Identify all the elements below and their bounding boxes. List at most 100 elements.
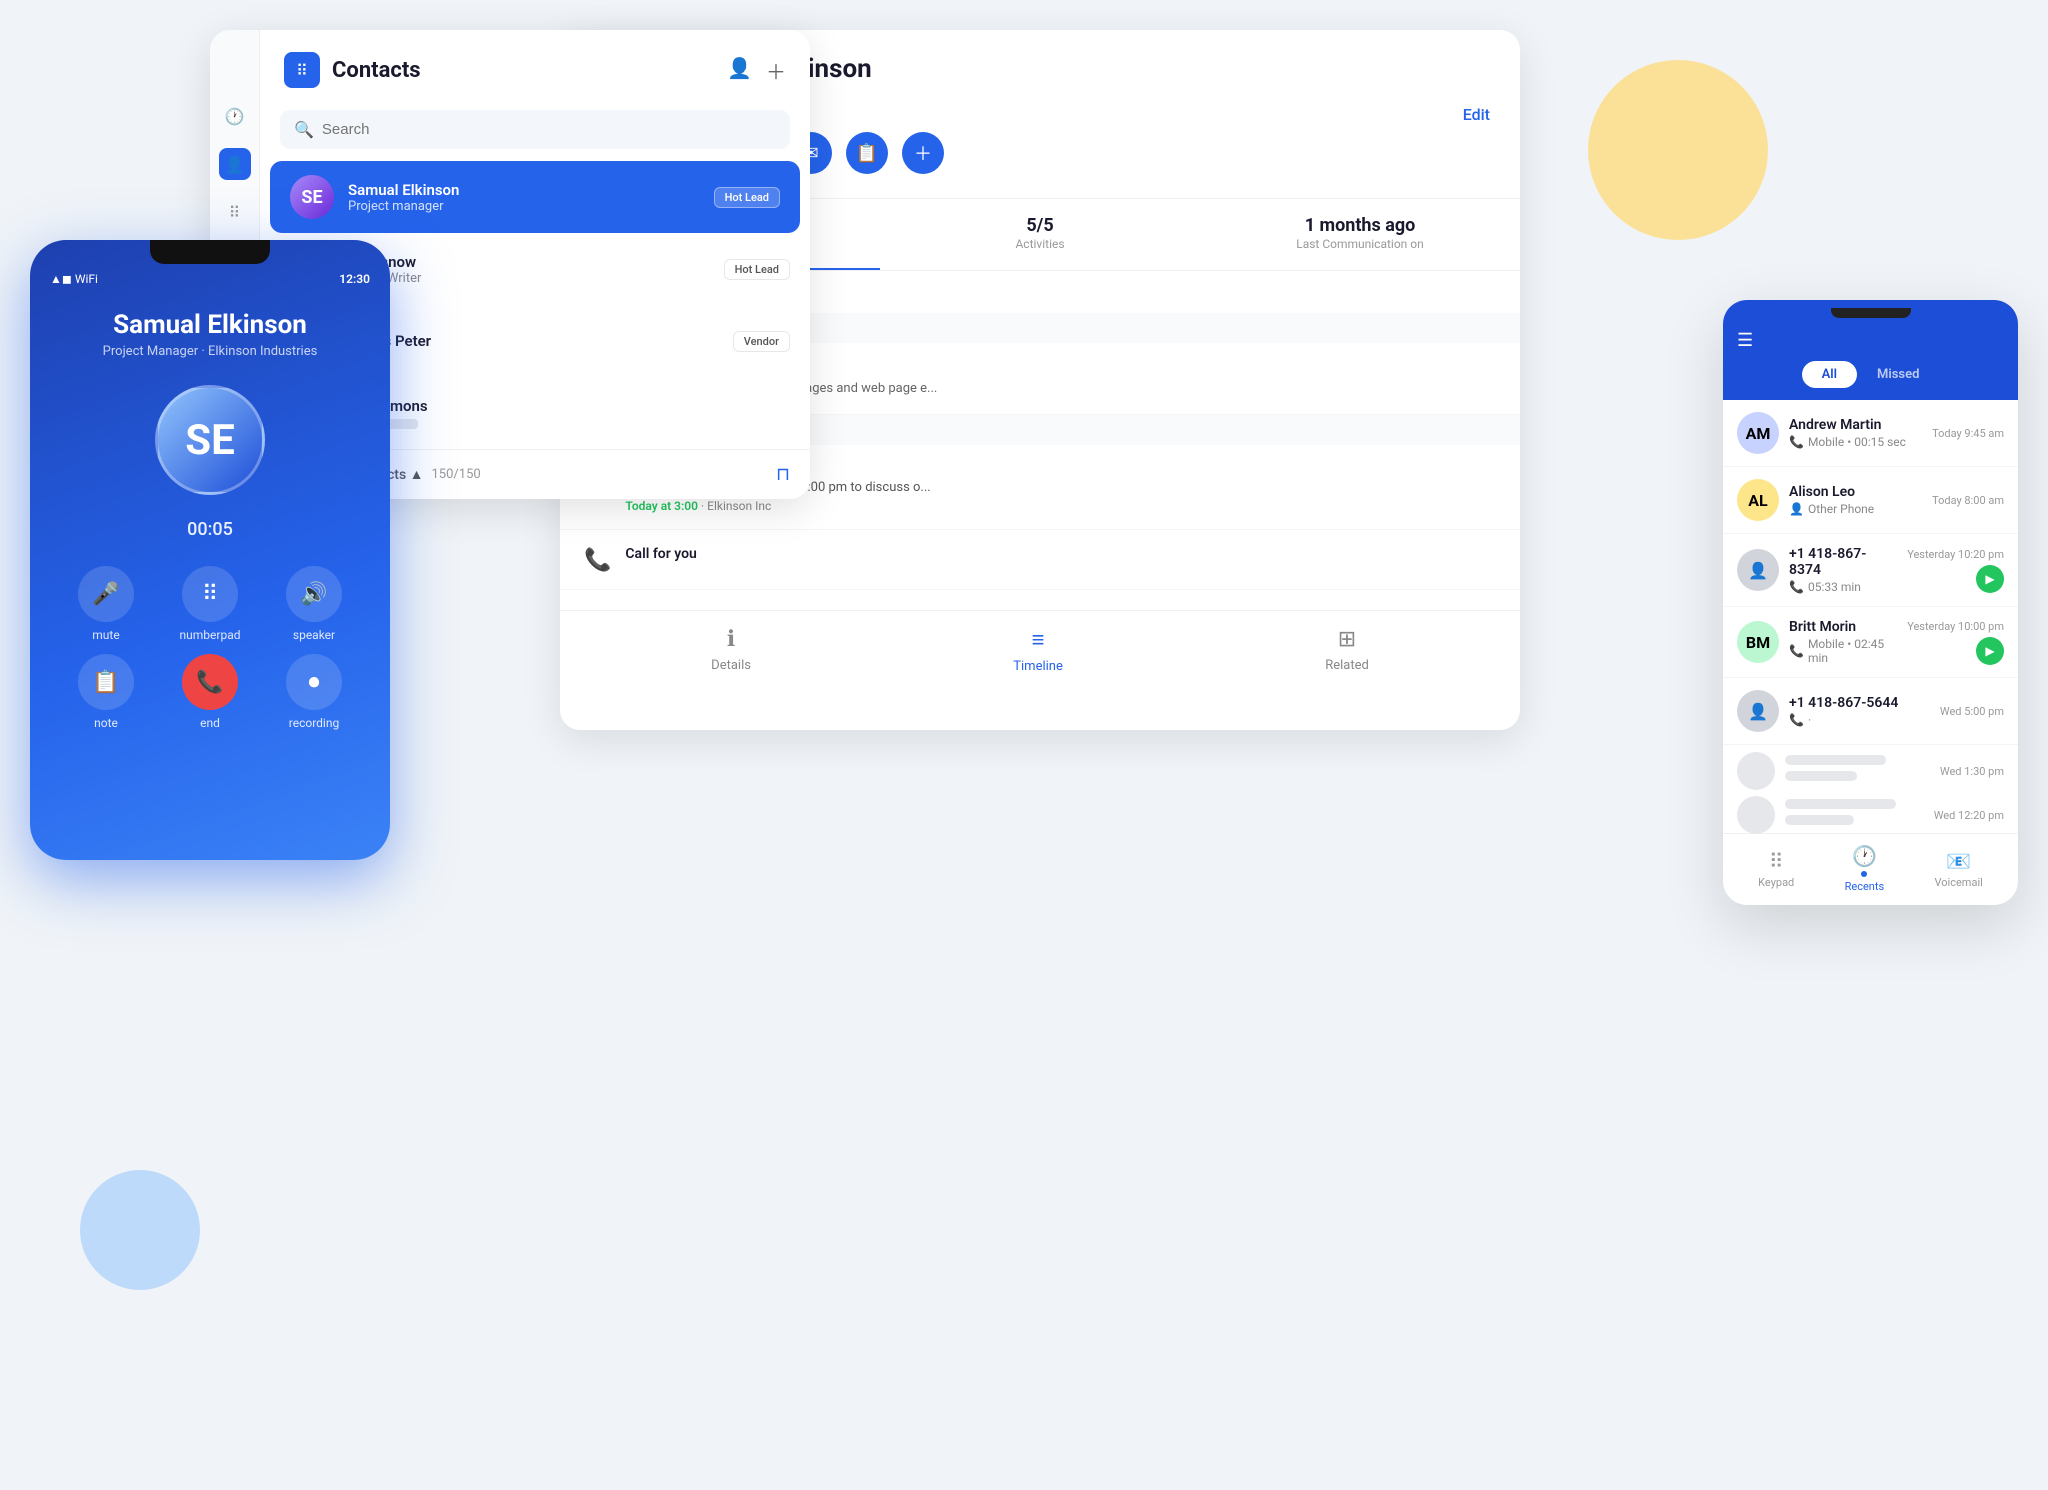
recents-item-1[interactable]: AL Alison Leo 👤 Other Phone Today 8:00 a…	[1723, 467, 2018, 534]
recents-name-2: +1 418-867-8374	[1789, 546, 1897, 578]
upcoming-content-1: Call for you	[625, 546, 696, 573]
recents-name-0: Andrew Martin	[1789, 417, 1922, 433]
bottom-tab-details[interactable]: ℹ Details	[711, 627, 751, 674]
search-input[interactable]	[322, 121, 776, 138]
sidebar-icon-grid[interactable]: ⠿	[219, 196, 251, 228]
add-person-icon[interactable]: 👤	[727, 56, 752, 85]
recents-time-col-2: Yesterday 10:20 pm ▶	[1907, 548, 2004, 593]
phone-time: 12:30	[339, 272, 370, 286]
upcoming-company-name-0: Elkinson Inc	[707, 499, 771, 513]
contacts-title: Contacts	[332, 58, 715, 83]
phone-action-end[interactable]: 📞 end	[164, 654, 256, 730]
contact-item-selected[interactable]: SE Samual Elkinson Project manager Hot L…	[270, 161, 800, 233]
phone-action-mute[interactable]: 🎤 mute	[60, 566, 152, 642]
note-button-phone[interactable]: 📋	[78, 654, 134, 710]
phone-notch	[150, 240, 270, 264]
note-button[interactable]: 📋	[846, 132, 888, 174]
recents-bottom-recents[interactable]: 🕐 Recents	[1845, 844, 1885, 893]
tab-last-comm[interactable]: 1 months ago Last Communication on	[1200, 199, 1520, 270]
recents-item-4[interactable]: 👤 +1 418-867-5644 📞 · Wed 5:00 pm	[1723, 678, 2018, 745]
add-contact-icon[interactable]: ＋	[766, 56, 786, 85]
tab-activities-lbl: Activities	[1015, 237, 1064, 251]
recents-top-bar: ☰	[1723, 322, 2018, 361]
recents-tab-missed[interactable]: Missed	[1857, 361, 1939, 388]
contact-badge-2: Vendor	[733, 331, 790, 352]
recents-time-col-1: Today 8:00 am	[1932, 494, 2004, 507]
recents-info-0: Andrew Martin 📞 Mobile • 00:15 sec	[1789, 417, 1922, 449]
end-call-button[interactable]: 📞	[182, 654, 238, 710]
recents-sub-1: 👤 Other Phone	[1789, 502, 1922, 516]
upcoming-meta-0: Today at 3:00 · Elkinson Inc	[625, 499, 930, 513]
phone-avatar-wrap: SE	[30, 369, 390, 511]
speaker-button[interactable]: 🔊	[286, 566, 342, 622]
recents-tabs-row: All Missed	[1723, 361, 2018, 400]
recents-list: AM Andrew Martin 📞 Mobile • 00:15 sec To…	[1723, 400, 2018, 833]
play-button-3[interactable]: ▶	[1976, 637, 2004, 665]
phone-caller-name: Samual Elkinson	[50, 310, 370, 340]
recents-item-2[interactable]: 👤 +1 418-867-8374 📞 05:33 min Yesterday …	[1723, 534, 2018, 607]
recents-info-4: +1 418-867-5644 📞 ·	[1789, 695, 1930, 727]
voicemail-icon: 📧	[1946, 849, 1971, 873]
recording-button[interactable]: ⏺	[286, 654, 342, 710]
contacts-search-bar[interactable]: 🔍	[280, 110, 790, 149]
phone-caller-sub: Project Manager · Elkinson Industries	[50, 344, 370, 359]
numberpad-button[interactable]: ⠿	[182, 566, 238, 622]
contact-role-0: Project manager	[348, 199, 700, 214]
recents-sub-0: 📞 Mobile • 00:15 sec	[1789, 435, 1922, 449]
recents-time-col-0: Today 9:45 am	[1932, 427, 2004, 440]
recents-item-3[interactable]: BM Britt Morin 📞 Mobile • 02:45 min Yest…	[1723, 607, 2018, 678]
sidebar-icon-clock[interactable]: 🕐	[219, 100, 251, 132]
phone-action-note[interactable]: 📋 note	[60, 654, 152, 730]
timeline-label: Timeline	[1013, 659, 1063, 674]
phone-signal-icons: ▲◼ WiFi	[50, 272, 98, 286]
recents-menu-icon[interactable]: ☰	[1737, 330, 1753, 351]
bottom-tab-timeline[interactable]: ≡ Timeline	[1013, 627, 1063, 674]
recents-item-0[interactable]: AM Andrew Martin 📞 Mobile • 00:15 sec To…	[1723, 400, 2018, 467]
recents-status-bar	[1723, 300, 2018, 322]
placeholder-lines-1	[1785, 799, 1924, 831]
placeholder-lines-0	[1785, 755, 1930, 787]
recents-bottom-voicemail[interactable]: 📧 Voicemail	[1935, 849, 1983, 889]
contact-name-1: Aliver snow	[338, 253, 710, 271]
filter-icon[interactable]: ⊓	[776, 464, 790, 485]
keypad-icon: ⠿	[1769, 849, 1784, 873]
voicemail-label: Voicemail	[1935, 876, 1983, 889]
recents-tab-all[interactable]: All	[1802, 361, 1857, 388]
recents-name-1: Alison Leo	[1789, 484, 1922, 500]
recents-active-dot	[1861, 871, 1867, 877]
tab-activities[interactable]: 5/5 Activities	[880, 199, 1200, 270]
mute-button[interactable]: 🎤	[78, 566, 134, 622]
contact-info-0: Samual Elkinson Project manager	[348, 181, 700, 214]
phone-action-speaker[interactable]: 🔊 speaker	[268, 566, 360, 642]
call-icon-1: 📞	[584, 548, 611, 573]
more-button[interactable]: ＋	[902, 132, 944, 174]
recents-sub-2: 📞 05:33 min	[1789, 580, 1897, 594]
contact-avatar-0: SE	[290, 175, 334, 219]
tab-lastcomm-lbl: Last Communication on	[1296, 237, 1424, 251]
sidebar-icon-person[interactable]: 👤	[219, 148, 251, 180]
upcoming-item-1: 📞 Call for you	[560, 530, 1520, 590]
phone-sub-icon-3: 📞	[1789, 644, 1804, 658]
contact-badge-0: Hot Lead	[714, 187, 780, 208]
upcoming-title-1: Call for you	[625, 546, 696, 562]
placeholder-line-1b	[1785, 815, 1854, 825]
play-button-2[interactable]: ▶	[1976, 565, 2004, 593]
details-label: Details	[711, 658, 751, 673]
speaker-label: speaker	[293, 628, 335, 642]
placeholder-line-0b	[1785, 771, 1857, 781]
recents-sub-3: 📞 Mobile • 02:45 min	[1789, 637, 1897, 665]
related-icon: ⊞	[1338, 627, 1356, 652]
recents-notch	[1831, 308, 1911, 318]
recents-time-1: Today 8:00 am	[1932, 494, 2004, 507]
phone-action-recording[interactable]: ⏺ recording	[268, 654, 360, 730]
contact-name-2: Frances Peter	[338, 332, 719, 350]
phone-action-numberpad[interactable]: ⠿ numberpad	[164, 566, 256, 642]
phone-sub-icon-2: 📞	[1789, 580, 1804, 594]
contacts-logo-icon: ⠿	[296, 61, 308, 80]
bottom-tab-related[interactable]: ⊞ Related	[1325, 627, 1369, 674]
contact-name-0: Samual Elkinson	[348, 181, 700, 199]
recents-bottom-keypad[interactable]: ⠿ Keypad	[1758, 849, 1794, 889]
recents-placeholder-0: Wed 1:30 pm	[1723, 753, 2018, 789]
edit-button[interactable]: Edit	[1463, 105, 1490, 124]
recents-avatar-2: 👤	[1737, 549, 1779, 591]
